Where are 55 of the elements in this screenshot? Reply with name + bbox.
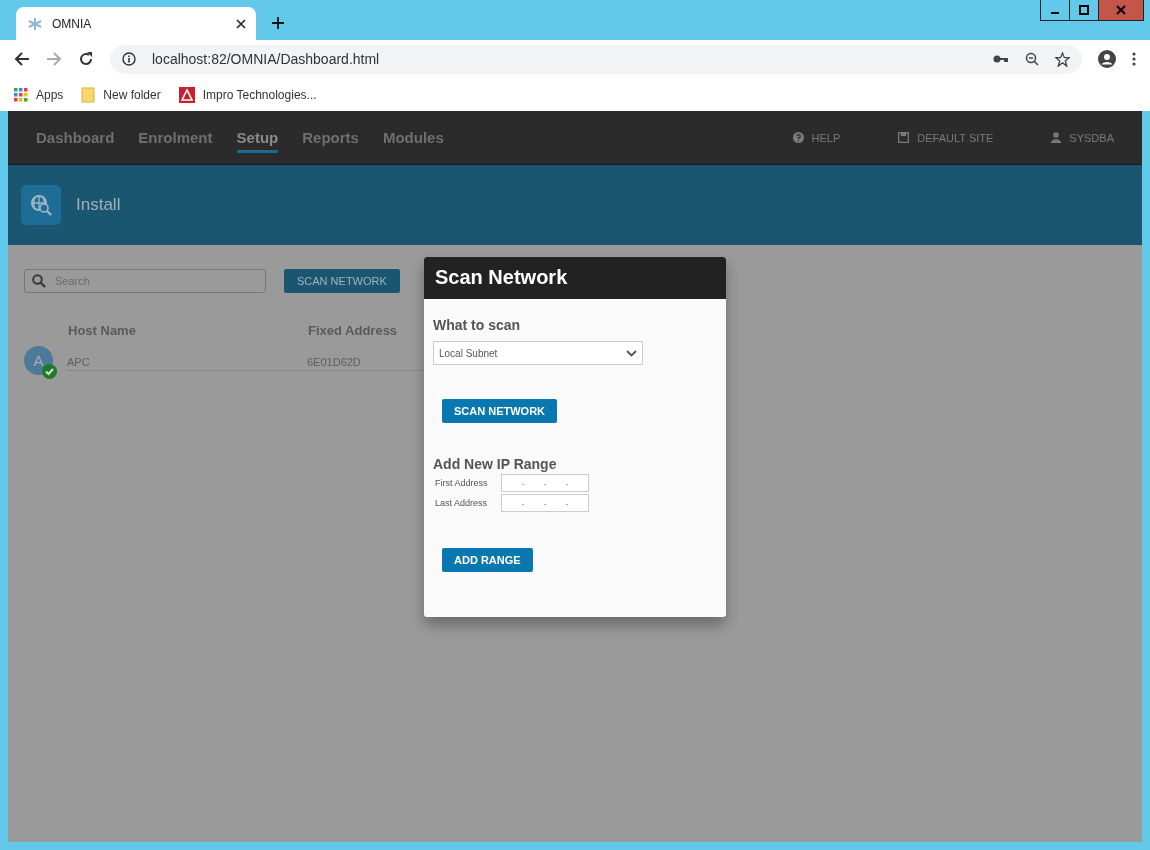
nav-tab[interactable]: Enrolment <box>138 122 213 153</box>
globe-search-icon <box>21 185 61 225</box>
column-header: Fixed Address <box>308 323 398 338</box>
reload-icon[interactable] <box>78 51 94 67</box>
section-label: Add New IP Range <box>433 456 558 472</box>
user-icon <box>1051 132 1062 143</box>
back-arrow-icon[interactable] <box>14 51 30 67</box>
ip-address-field[interactable]: - - - <box>501 494 589 512</box>
close-button[interactable] <box>1098 0 1144 21</box>
browser-tab[interactable]: OMNIA <box>16 7 256 40</box>
page-title: Install <box>76 195 121 215</box>
add-range-button[interactable]: ADD RANGE <box>442 548 533 572</box>
close-icon <box>1116 5 1126 15</box>
close-icon[interactable] <box>236 18 246 29</box>
chevron-down-icon <box>626 349 637 357</box>
scan-network-button[interactable]: SCAN NETWORK <box>442 399 558 423</box>
help-link[interactable]: HELP <box>792 131 841 144</box>
url-text: localhost:82/OMNIA/Dashboard.html <box>152 51 380 67</box>
field-label: Last Address <box>435 498 489 508</box>
nav-tab[interactable]: Dashboard <box>36 122 115 153</box>
nav-tab[interactable]: Reports <box>302 122 359 153</box>
section-label: What to scan <box>433 317 522 333</box>
user-link[interactable]: SYSDBA <box>1051 131 1114 144</box>
info-icon <box>122 52 136 66</box>
tab-title: OMNIA <box>52 16 93 31</box>
dialog-title: Scan Network <box>424 257 726 299</box>
minimize-icon <box>1051 12 1059 14</box>
help-icon <box>792 132 804 143</box>
column-header: Host Name <box>68 323 137 338</box>
star-icon[interactable] <box>1055 51 1070 67</box>
maximize-icon <box>1079 5 1089 15</box>
ip-address-field[interactable]: - - - <box>501 474 589 492</box>
plus-icon[interactable] <box>272 17 284 29</box>
site-link[interactable]: DEFAULT SITE <box>898 131 994 144</box>
nav-tab[interactable]: Modules <box>382 122 444 153</box>
zoom-out-icon[interactable] <box>1025 52 1039 66</box>
account-icon[interactable] <box>1098 50 1116 68</box>
scan-type-dropdown[interactable]: Local Subnet <box>433 341 643 365</box>
search-icon <box>32 274 46 288</box>
bookmark-link[interactable]: Apps <box>14 87 64 102</box>
field-label: First Address <box>435 478 489 488</box>
folder-icon <box>81 86 96 103</box>
bookmark-link[interactable]: Impro Technologies... <box>178 86 317 103</box>
menu-icon[interactable] <box>1132 52 1136 66</box>
snowflake-icon <box>28 16 42 31</box>
table-cell: 6E01D62D <box>307 356 361 368</box>
table-cell-text: APC <box>67 356 91 368</box>
minimize-button[interactable] <box>1040 0 1070 21</box>
address-bar[interactable]: localhost:82/OMNIA/Dashboard.html <box>110 44 1082 74</box>
key-icon[interactable] <box>993 54 1009 64</box>
nav-tab[interactable]: Setup <box>236 122 279 153</box>
logo-icon <box>178 86 195 103</box>
scan-network-button[interactable]: SCAN NETWORK <box>284 269 400 293</box>
bookmark-link[interactable]: New folder <box>81 86 161 103</box>
grid-icon <box>14 87 28 102</box>
